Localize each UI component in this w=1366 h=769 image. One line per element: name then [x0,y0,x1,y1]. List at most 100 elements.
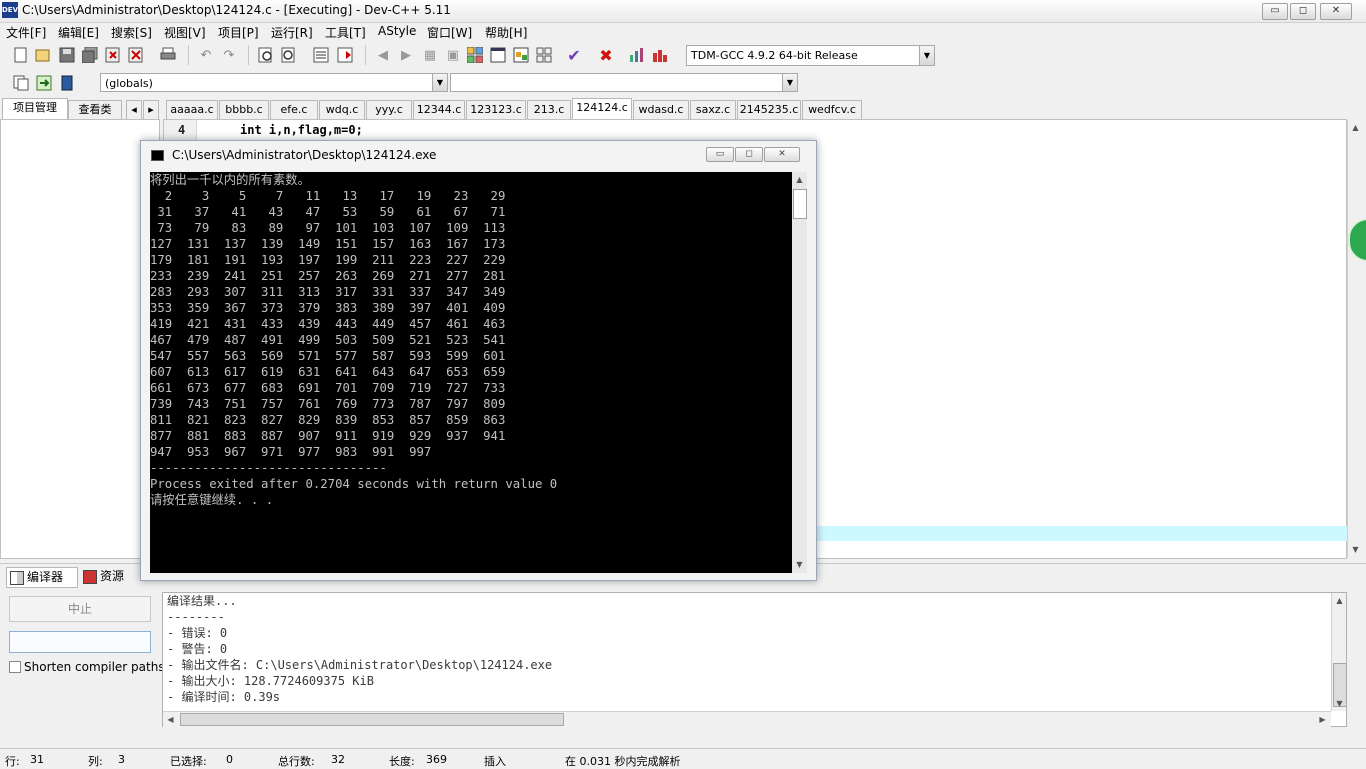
file-tab-wedfcv[interactable]: wedfcv.c [802,100,862,119]
bookmark-icon[interactable] [336,46,354,64]
save-all-icon[interactable] [81,46,99,64]
undo-icon[interactable]: ↶ [197,46,215,64]
file-tab-efe[interactable]: efe.c [270,100,318,119]
file-tab-bbbb[interactable]: bbbb.c [219,100,269,119]
file-tab-wdasd[interactable]: wdasd.c [633,100,689,119]
tab-project-manager[interactable]: 项目管理 [2,98,68,120]
status-len-label: 长度: [389,755,415,768]
menu-view[interactable]: 视图[V] [164,24,206,41]
open-file-icon[interactable] [34,46,52,64]
members-select[interactable]: ▼ [450,73,798,92]
rebuild-icon[interactable] [535,46,553,64]
tab-scroll-left[interactable]: ◂ [126,100,142,119]
close-file-icon[interactable] [104,46,122,64]
tab-scroll-right[interactable]: ▸ [143,100,159,119]
scroll-down-icon[interactable]: ▼ [792,557,807,572]
compile-disabled-icon[interactable]: ▦ [421,46,439,64]
tab-compiler[interactable]: 编译器 [6,567,78,588]
goto-line-icon[interactable] [312,46,330,64]
compile-run-icon[interactable] [512,46,530,64]
scroll-right-icon[interactable]: ▶ [1315,712,1330,727]
file-tab-saxz[interactable]: saxz.c [690,100,736,119]
print-icon[interactable] [159,46,177,64]
chevron-right-icon: ▸ [148,103,154,116]
close-all-icon[interactable] [127,46,145,64]
scroll-left-icon[interactable]: ◀ [163,712,178,727]
scroll-up-icon[interactable]: ▲ [1348,120,1363,135]
title-bar: DEV C:\Users\Administrator\Desktop\12412… [0,0,1366,23]
goto-definition-icon[interactable] [58,74,76,92]
new-file-icon[interactable] [12,46,30,64]
tab-class-browser[interactable]: 查看类 [68,100,122,119]
compiler-select[interactable]: TDM-GCC 4.9.2 64-bit Release ▼ [686,45,935,66]
file-tab-wdq[interactable]: wdq.c [319,100,365,119]
chevron-down-icon[interactable]: ▼ [782,74,797,91]
menu-help[interactable]: 帮助[H] [485,24,527,41]
replace-icon[interactable] [280,46,298,64]
stop-execution-icon[interactable]: ✖ [597,46,615,65]
status-row-value: 31 [30,753,44,766]
check-syntax-icon[interactable]: ✔ [565,46,583,65]
menu-astyle[interactable]: AStyle [378,24,416,38]
menu-run[interactable]: 运行[R] [271,24,313,41]
log-vertical-scrollbar[interactable]: ▲ ▼ [1331,593,1347,711]
console-scrollbar[interactable]: ▲ ▼ [792,172,807,573]
chevron-down-icon[interactable]: ▼ [432,74,447,91]
log-horizontal-scrollbar[interactable]: ◀ ▶ [163,711,1331,727]
profile-chart-icon[interactable] [628,46,646,64]
menu-tools[interactable]: 工具[T] [325,24,366,41]
console-maximize-button[interactable]: ◻ [735,147,763,162]
console-scroll-thumb[interactable] [793,189,807,219]
main-toolbar: ↶ ↷ ◀ ▶ ▦ ▣ ✔ ✖ TDM-GCC 4.9.2 64-bit Rel… [0,45,1366,67]
scroll-down-icon[interactable]: ▼ [1332,696,1347,711]
minimize-button[interactable]: ▭ [1262,3,1288,20]
save-icon[interactable] [58,46,76,64]
file-tab-12344[interactable]: 12344.c [413,100,465,119]
console-title: C:\Users\Administrator\Desktop\124124.ex… [172,148,437,162]
close-button[interactable]: ✕ [1320,3,1352,20]
file-tab-2145235[interactable]: 2145235.c [737,100,801,119]
file-tab-yyy[interactable]: yyy.c [366,100,412,119]
delete-profile-icon[interactable] [651,46,669,64]
devcpp-app-icon: DEV [2,2,18,18]
menu-edit[interactable]: 编辑[E] [58,24,99,41]
console-minimize-button[interactable]: ▭ [706,147,734,162]
stop-compile-button[interactable]: 中止 [9,596,151,622]
status-len-value: 369 [426,753,447,766]
menu-window[interactable]: 窗口[W] [427,24,472,41]
compile-icon[interactable] [466,46,484,64]
status-total-value: 32 [331,753,345,766]
file-tab-123123[interactable]: 123123.c [466,100,526,119]
indent-right-icon[interactable]: ▶ [397,46,415,64]
redo-icon[interactable]: ↷ [220,46,238,64]
maximize-button[interactable]: ◻ [1290,3,1316,20]
console-close-button[interactable]: ✕ [764,147,800,162]
scroll-up-icon[interactable]: ▲ [792,172,807,187]
scroll-up-icon[interactable]: ▲ [1332,593,1347,608]
file-tab-213[interactable]: 213.c [527,100,571,119]
menu-project[interactable]: 项目[P] [218,24,259,41]
find-icon[interactable] [257,46,275,64]
shorten-paths-checkbox[interactable] [9,661,21,673]
console-screen[interactable]: 将列出一千以内的所有素数。 2 3 5 7 11 13 17 19 23 29 … [150,172,792,573]
indent-left-icon[interactable]: ◀ [374,46,392,64]
window-title: C:\Users\Administrator\Desktop\124124.c … [22,3,451,17]
tab-resources[interactable]: 资源 [80,567,138,586]
globals-select[interactable]: (globals) ▼ [100,73,448,92]
console-window[interactable]: C:\Users\Administrator\Desktop\124124.ex… [140,140,817,581]
menu-search[interactable]: 搜索[S] [111,24,152,41]
toggle-comment-icon[interactable] [35,74,53,92]
h-scroll-thumb[interactable] [180,713,564,726]
file-tab-124124-active[interactable]: 124124.c [572,98,632,120]
insert-icon[interactable] [12,74,30,92]
run-disabled-icon[interactable]: ▣ [444,46,462,64]
code-line[interactable]: int i,n,flag,m=0; [240,123,363,137]
file-tab-aaaaa[interactable]: aaaaa.c [166,100,218,119]
menu-file[interactable]: 文件[F] [6,24,46,41]
compile-log[interactable]: 编译结果... -------- - 错误: 0 - 警告: 0 - 输出文件名… [162,592,1347,727]
scroll-down-icon[interactable]: ▼ [1348,542,1363,557]
chevron-down-icon[interactable]: ▼ [919,46,934,65]
run-icon[interactable] [489,46,507,64]
status-col-value: 3 [118,753,125,766]
editor-vertical-scrollbar[interactable]: ▲ ▼ [1347,120,1363,558]
